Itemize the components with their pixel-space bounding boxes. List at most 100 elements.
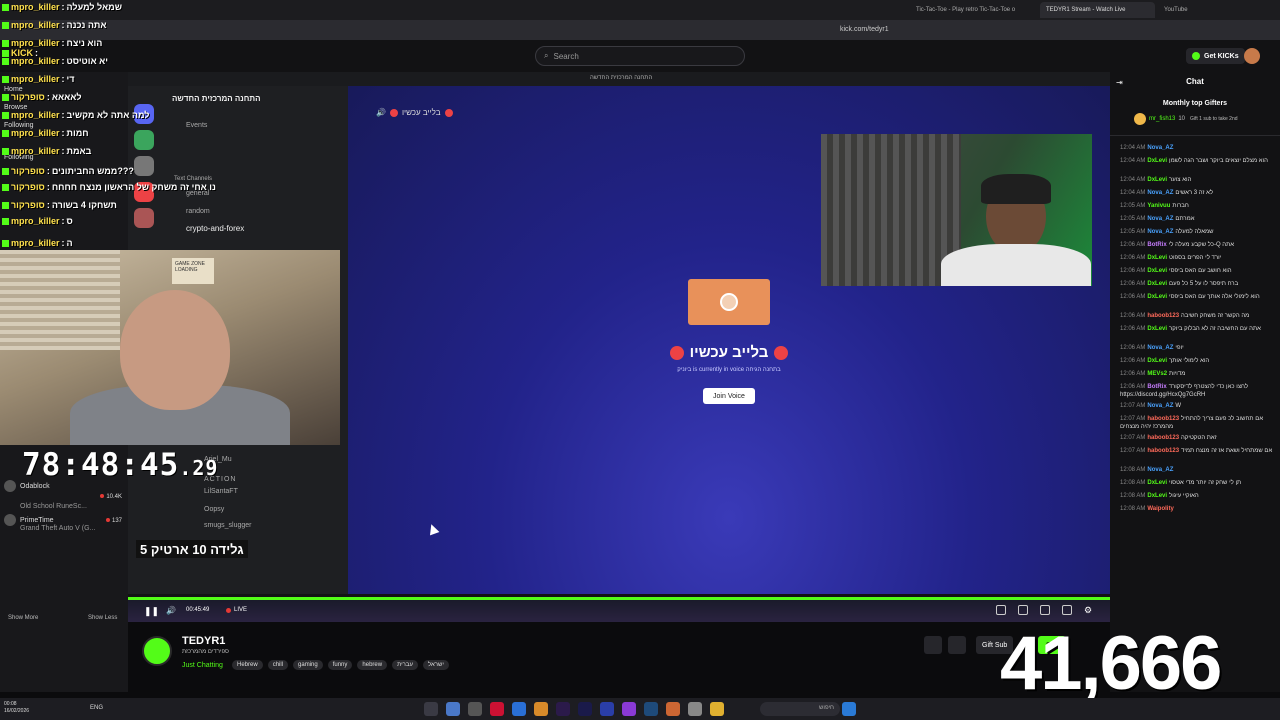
chat-username[interactable]: haboob123 bbox=[1147, 416, 1179, 422]
chat-message[interactable]: 12:04 AM DxLevi הוא מצלם יוצאים ביוקר ושבר… bbox=[1120, 157, 1276, 165]
chat-username[interactable]: Nova_AZ bbox=[1147, 190, 1173, 196]
language-indicator[interactable]: ENG bbox=[90, 705, 103, 711]
user-avatar[interactable] bbox=[1244, 48, 1260, 64]
chrome-icon[interactable] bbox=[446, 702, 460, 716]
chat-username[interactable]: Nova_AZ bbox=[1147, 403, 1173, 409]
pip-icon[interactable] bbox=[1040, 605, 1050, 615]
clip-icon[interactable] bbox=[996, 605, 1006, 615]
follow-heart-icon[interactable] bbox=[948, 636, 966, 654]
tag[interactable]: funny bbox=[327, 660, 353, 670]
start-icon[interactable] bbox=[842, 702, 856, 716]
chat-username[interactable]: DxLevi bbox=[1147, 158, 1167, 164]
chat-username[interactable]: Nova_AZ bbox=[1147, 216, 1173, 222]
taskbar-app-icon[interactable] bbox=[666, 702, 680, 716]
chat-message[interactable]: 12:07 AM Nova_AZ W bbox=[1120, 402, 1276, 410]
chat-message[interactable]: 12:08 AM Nova_AZ bbox=[1120, 466, 1276, 474]
chat-username[interactable]: Nova_AZ bbox=[1147, 345, 1173, 351]
chat-username[interactable]: BotRix bbox=[1147, 242, 1166, 248]
member-item[interactable]: LilSantaFT bbox=[204, 488, 238, 495]
chat-message[interactable]: 12:06 AM DxLevi הוא חושב עם האס ביפסי bbox=[1120, 267, 1276, 275]
search-input[interactable]: ⌕ Search bbox=[535, 46, 745, 66]
tag[interactable]: chill bbox=[267, 660, 289, 670]
channel-random[interactable]: random bbox=[186, 208, 210, 215]
join-voice-button[interactable]: Join Voice bbox=[703, 388, 755, 404]
top-gifter-item[interactable]: mr_fish13 10 bbox=[1134, 113, 1185, 125]
chat-username[interactable]: DxLevi bbox=[1147, 268, 1167, 274]
theater-icon[interactable] bbox=[1018, 605, 1028, 615]
chat-message[interactable]: 12:04 AM Nova_AZ לא זה 3 ראשים bbox=[1120, 189, 1276, 197]
chat-message[interactable]: 12:06 AM BotRix לחצו כאן כדי להצטרף לדיסקו… bbox=[1120, 383, 1276, 399]
taskbar-app-icon[interactable] bbox=[490, 702, 504, 716]
chat-message[interactable]: 12:06 AM DxLevi ברח תיפסר לו על 5 כל פעם bbox=[1120, 280, 1276, 288]
server-name[interactable]: התחנה המרכזית החדשה bbox=[172, 94, 261, 103]
file-explorer-icon[interactable] bbox=[710, 702, 724, 716]
chat-message[interactable]: 12:06 AM DxLevi הוא לימולי אותך bbox=[1120, 357, 1276, 365]
tag[interactable]: hebrew bbox=[357, 660, 388, 670]
show-less-link[interactable]: Show Less bbox=[88, 615, 117, 621]
taskbar-app-icon[interactable] bbox=[600, 702, 614, 716]
chat-username[interactable]: Nova_AZ bbox=[1147, 467, 1173, 473]
volume-icon[interactable]: 🔊 bbox=[166, 606, 176, 615]
tag[interactable]: עברית bbox=[392, 660, 418, 670]
chat-message[interactable]: 12:04 AM Nova_AZ bbox=[1120, 144, 1276, 152]
server-icon[interactable] bbox=[134, 156, 154, 176]
pause-icon[interactable]: ❚❚ bbox=[144, 606, 159, 617]
taskbar-app-icon[interactable] bbox=[622, 702, 636, 716]
server-icon[interactable] bbox=[134, 130, 154, 150]
chat-message[interactable]: 12:06 AM haboob123 מה הקשר זה משחק חשיבה bbox=[1120, 312, 1276, 320]
chat-message[interactable]: 12:08 AM Waipolity bbox=[1120, 505, 1276, 513]
chat-message[interactable]: 12:07 AM haboob123 אם תחשוב לכ פעם צריך לה… bbox=[1120, 415, 1276, 431]
tag[interactable]: Hebrew bbox=[232, 660, 263, 670]
settings-icon[interactable]: ⚙ bbox=[1084, 605, 1092, 616]
taskbar-app-icon[interactable] bbox=[534, 702, 548, 716]
chat-message[interactable]: 12:06 AM DxLevi יורד לי הפרים בספוט bbox=[1120, 254, 1276, 262]
tab-tedyr1[interactable]: TEDYR1 Stream - Watch Live bbox=[1040, 2, 1155, 18]
taskbar-app-icon[interactable] bbox=[424, 702, 438, 716]
notification-bell-icon[interactable] bbox=[924, 636, 942, 654]
chat-message[interactable]: 12:06 AM MEVs2 מדויות bbox=[1120, 370, 1276, 378]
chat-message[interactable]: 12:07 AM haboob123 זאת הטקטיקה bbox=[1120, 434, 1276, 442]
chat-username[interactable]: haboob123 bbox=[1147, 448, 1179, 454]
chat-username[interactable]: Nova_AZ bbox=[1147, 229, 1173, 235]
get-kicks-button[interactable]: Get KICKs bbox=[1186, 48, 1245, 64]
chat-username[interactable]: DxLevi bbox=[1147, 480, 1167, 486]
after-effects-icon[interactable] bbox=[556, 702, 570, 716]
channel-name[interactable]: TEDYR1 bbox=[182, 635, 225, 647]
chat-username[interactable]: Yanivuu bbox=[1147, 203, 1170, 209]
fullscreen-icon[interactable] bbox=[1062, 605, 1072, 615]
taskbar-app-icon[interactable] bbox=[688, 702, 702, 716]
taskbar-app-icon[interactable] bbox=[512, 702, 526, 716]
tab-youtube[interactable]: YouTube bbox=[1158, 2, 1218, 18]
chat-username[interactable]: MEVs2 bbox=[1147, 371, 1167, 377]
chat-message[interactable]: 12:04 AM DxLevi הוא צוער bbox=[1120, 176, 1276, 184]
events-link[interactable]: Events bbox=[186, 122, 207, 129]
member-item[interactable]: Oopsy bbox=[204, 506, 224, 513]
chat-username[interactable]: DxLevi bbox=[1147, 493, 1167, 499]
chat-username[interactable]: Nova_AZ bbox=[1147, 145, 1173, 151]
chat-username[interactable]: DxLevi bbox=[1147, 326, 1167, 332]
taskbar-app-icon[interactable] bbox=[468, 702, 482, 716]
chat-message[interactable]: 12:07 AM haboob123 אם שמתחיל ושאת אז זה מנ… bbox=[1120, 447, 1276, 455]
taskbar-search[interactable]: חיפוש bbox=[760, 702, 840, 716]
tab-tictactoe[interactable]: Tic-Tac-Toe - Play retro Tic-Tac-Toe o bbox=[910, 2, 1035, 18]
chat-message[interactable]: 12:06 AM BotRix כל שקבע מעלה לי-Q אתה bbox=[1120, 241, 1276, 249]
premiere-icon[interactable] bbox=[578, 702, 592, 716]
chat-message[interactable]: 12:08 AM DxLevi האוקיי עיגול bbox=[1120, 492, 1276, 500]
chat-username[interactable]: DxLevi bbox=[1147, 294, 1167, 300]
address-bar[interactable]: kick.com/tedyr1 bbox=[0, 20, 1280, 40]
channel-avatar[interactable] bbox=[142, 636, 172, 666]
chat-username[interactable]: BotRix bbox=[1147, 384, 1166, 390]
tag[interactable]: gaming bbox=[293, 660, 323, 670]
chat-message[interactable]: 12:08 AM DxLevi תן לי שחק זה יותר מדי אטסו… bbox=[1120, 479, 1276, 487]
chat-username[interactable]: DxLevi bbox=[1147, 358, 1167, 364]
chat-message[interactable]: 12:06 AM Nova_AZ יופי bbox=[1120, 344, 1276, 352]
steam-icon[interactable] bbox=[644, 702, 658, 716]
chat-username[interactable]: DxLevi bbox=[1147, 177, 1167, 183]
chat-username[interactable]: haboob123 bbox=[1147, 313, 1179, 319]
chat-message[interactable]: 12:05 AM Nova_AZ אמרתם bbox=[1120, 215, 1276, 223]
stream-category[interactable]: Just Chatting bbox=[182, 662, 223, 669]
tag[interactable]: ישראל bbox=[422, 660, 449, 670]
chat-username[interactable]: haboob123 bbox=[1147, 435, 1179, 441]
channel-crypto[interactable]: crypto-and-forex bbox=[186, 224, 244, 233]
chat-username[interactable]: DxLevi bbox=[1147, 281, 1167, 287]
